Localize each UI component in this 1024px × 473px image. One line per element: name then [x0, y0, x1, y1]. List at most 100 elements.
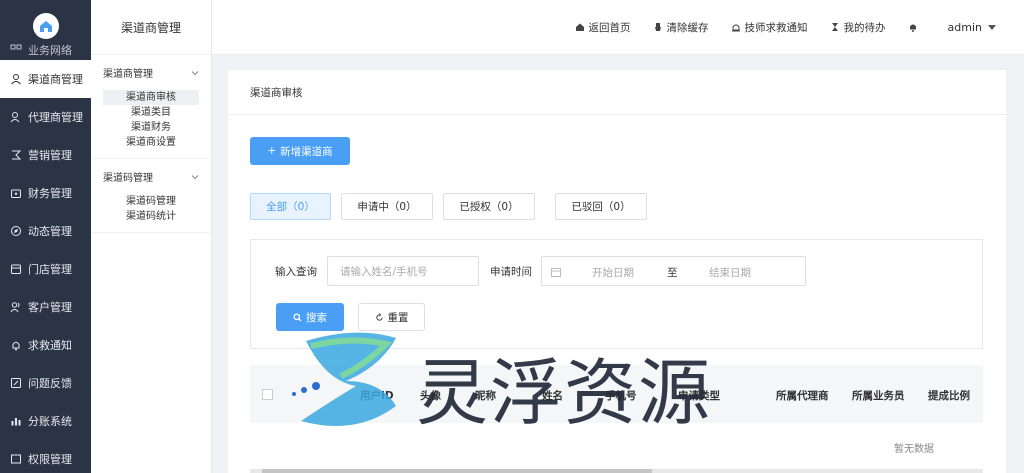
sidebar-item-label: 业务网络 [28, 44, 72, 57]
user-icon [10, 73, 22, 85]
sidebar-item-label: 门店管理 [28, 263, 72, 276]
home-icon [575, 23, 584, 31]
empty-state-text: 暂无数据 [894, 444, 934, 455]
submenu-link-channel-review[interactable]: 渠道商审核 [103, 90, 199, 105]
permission-icon [10, 453, 22, 465]
sidebar-item-label: 代理商管理 [28, 111, 83, 124]
tech-notice-label: 技师求救通知 [744, 21, 808, 34]
store-icon [10, 263, 22, 275]
horizontal-scrollbar[interactable] [250, 469, 983, 473]
select-all-checkbox[interactable] [262, 389, 273, 400]
todo-label: 我的待办 [843, 21, 886, 34]
main-sidebar: 业务网络 渠道商管理 代理商管理 营销管理 财务管理 动态管理 门店管理 客户管… [0, 0, 91, 473]
search-button[interactable]: 搜索 [276, 303, 344, 331]
sidebar-item-label: 问题反馈 [28, 377, 72, 390]
column-header: 申请类型 [678, 390, 720, 402]
column-header: 头像 [420, 390, 441, 402]
search-button-label: 搜索 [306, 311, 327, 324]
submenu-link-code-stats[interactable]: 渠道码统计 [103, 209, 199, 224]
column-header: 昵称 [475, 390, 496, 402]
submenu-group-title: 渠道码管理 [103, 173, 153, 184]
secondary-menu: 渠道商管理 渠道商管理 渠道商审核 渠道类目 渠道财务 渠道商设置 渠道码管理 … [91, 0, 212, 473]
page-title: 渠道商审核 [228, 70, 1006, 115]
column-header: 提成比例 [928, 390, 970, 402]
sidebar-item-agent[interactable]: 代理商管理 [0, 98, 91, 136]
sidebar-item-channel[interactable]: 渠道商管理 [0, 60, 91, 98]
filter-box: 输入查询 请输入姓名/手机号 申请时间 开始日期 至 结束日期 搜索 重置 [250, 239, 983, 349]
sidebar-item-permissions[interactable]: 权限管理 [0, 440, 91, 473]
table-header: 用户ID 头像 昵称 姓名 手机号 申请类型 所属代理商 所属业务员 提成比例 [250, 365, 983, 423]
scrollbar-thumb[interactable] [262, 469, 652, 473]
submenu-group-title: 渠道商管理 [103, 69, 153, 80]
submenu-link-channel-settings[interactable]: 渠道商设置 [103, 135, 199, 150]
sidebar-item-label: 权限管理 [28, 453, 72, 466]
submenu-group-header[interactable]: 渠道商管理 [103, 65, 199, 80]
tab-all[interactable]: 全部（0） [250, 193, 331, 220]
wallet-icon [10, 187, 22, 199]
submenu-link-code-manage[interactable]: 渠道码管理 [103, 194, 199, 209]
tab-rejected[interactable]: 已驳回（0） [555, 193, 647, 220]
sidebar-item-label: 求救通知 [28, 339, 72, 352]
tech-notice-link[interactable]: 技师求救通知 [731, 20, 808, 35]
sidebar-item-customers[interactable]: 客户管理 [0, 288, 91, 326]
sidebar-item-sos[interactable]: 求救通知 [0, 326, 91, 364]
column-header: 用户ID [360, 390, 394, 402]
broom-icon [654, 23, 661, 31]
sidebar-item-marketing[interactable]: 营销管理 [0, 136, 91, 174]
calendar-icon [551, 268, 561, 277]
username: admin [947, 20, 982, 34]
submenu-group-header[interactable]: 渠道码管理 [103, 169, 199, 184]
logo[interactable] [32, 13, 59, 39]
search-input-placeholder: 请输入姓名/手机号 [340, 265, 428, 278]
reset-button-label: 重置 [387, 311, 409, 324]
grid-icon [10, 44, 22, 56]
search-icon [293, 312, 302, 322]
tab-applying[interactable]: 申请中（0） [341, 193, 433, 220]
notification-bell[interactable] [908, 22, 918, 32]
sidebar-item-label: 动态管理 [28, 225, 72, 238]
plus-icon: + [267, 145, 277, 157]
reset-button[interactable]: 重置 [358, 303, 425, 331]
sidebar-item-label: 渠道商管理 [28, 73, 83, 86]
column-header: 所属代理商 [776, 390, 829, 402]
submenu-group-channel: 渠道商管理 渠道商审核 渠道类目 渠道财务 渠道商设置 [93, 55, 209, 159]
date-range-separator: 至 [667, 267, 678, 279]
bell-icon [909, 24, 916, 32]
add-channel-button[interactable]: + 新增渠道商 [250, 137, 350, 165]
clear-cache-label: 清除缓存 [666, 21, 709, 34]
apply-time-label: 申请时间 [490, 266, 532, 278]
marketing-icon [10, 149, 22, 161]
tab-authorized[interactable]: 已授权（0） [443, 193, 535, 220]
home-link-label: 返回首页 [588, 21, 631, 34]
submenu-link-channel-category[interactable]: 渠道类目 [103, 105, 199, 120]
main-panel: 渠道商审核 + 新增渠道商 全部（0） 申请中（0） 已授权（0） 已驳回（0）… [228, 70, 1006, 473]
sidebar-item-business[interactable]: 业务网络 [0, 40, 91, 60]
chevron-down-icon [191, 70, 199, 75]
bell-icon [10, 339, 22, 351]
clear-cache-link[interactable]: 清除缓存 [653, 20, 709, 35]
submenu-link-channel-finance[interactable]: 渠道财务 [103, 120, 199, 135]
feedback-icon [10, 377, 22, 389]
submenu-group-code: 渠道码管理 渠道码管理 渠道码统计 [93, 159, 209, 233]
sidebar-item-label: 财务管理 [28, 187, 72, 200]
home-link[interactable]: 返回首页 [575, 20, 631, 35]
sidebar-item-store[interactable]: 门店管理 [0, 250, 91, 288]
user-menu[interactable]: admin [948, 21, 996, 34]
sidebar-item-dynamics[interactable]: 动态管理 [0, 212, 91, 250]
sidebar-item-split[interactable]: 分账系统 [0, 402, 91, 440]
sidebar-item-label: 客户管理 [28, 301, 72, 314]
hourglass-icon [831, 23, 838, 31]
sidebar-item-finance[interactable]: 财务管理 [0, 174, 91, 212]
todo-link[interactable]: 我的待办 [830, 20, 886, 35]
date-range-picker[interactable]: 开始日期 至 结束日期 [541, 256, 806, 286]
chevron-down-icon [191, 174, 199, 179]
search-input[interactable]: 请输入姓名/手机号 [327, 256, 479, 286]
column-header: 所属业务员 [852, 390, 905, 402]
add-channel-label: 新增渠道商 [280, 145, 333, 158]
caret-down-icon [988, 24, 996, 30]
status-tabs: 全部（0） 申请中（0） 已授权（0） 已驳回（0） [250, 193, 647, 220]
query-label: 输入查询 [275, 266, 317, 278]
sidebar-item-feedback[interactable]: 问题反馈 [0, 364, 91, 402]
customers-icon [10, 301, 22, 313]
column-header: 姓名 [542, 390, 563, 402]
